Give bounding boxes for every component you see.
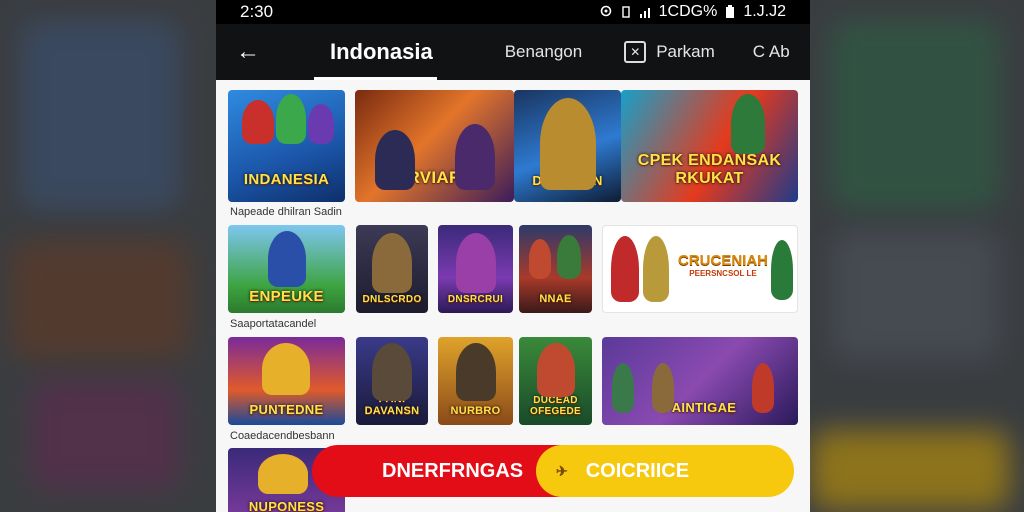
tab-label: Parkam (656, 42, 715, 61)
game-subtitle: PEERSNCSOL LE (689, 269, 757, 278)
game-title: ENPEUKE (249, 288, 324, 305)
game-card[interactable]: PAINTIGAE (602, 337, 798, 425)
game-title: DUCEAD OFEGEDE (530, 395, 581, 417)
game-card[interactable]: DNDVUSIN (514, 90, 621, 202)
game-title: CRUCENIAH (678, 252, 768, 269)
status-bar: 2:30 1CDG% 1.J.J2 (216, 0, 810, 24)
game-card[interactable]: NURBRO (438, 337, 513, 425)
game-card[interactable]: INDANESIA (228, 90, 345, 202)
battery-icon (726, 5, 735, 18)
tab-label: C Ab (752, 42, 790, 61)
section-label: Napeade dhilran Sadin (230, 206, 342, 218)
game-card[interactable]: DNSRCRUI (438, 225, 513, 313)
game-card[interactable]: DUCEAD OFEGEDE (519, 337, 592, 425)
game-card[interactable]: CPEK ENDANSAK RKUKAT (621, 90, 798, 202)
game-title: INDANESIA (243, 171, 330, 188)
blurred-background-right (810, 0, 1024, 512)
section-label: Coaedacendbesbann (230, 430, 335, 442)
game-card[interactable]: DNLSCRDO (356, 225, 428, 313)
phone-screen: 2:30 1CDG% 1.J.J2 ← Indonasia Benangon ✕… (216, 0, 810, 512)
blurred-background-left (0, 0, 216, 512)
arrow-left-icon: ← (236, 38, 260, 65)
primary-action-label: DNERFRNGAS (382, 459, 524, 482)
location-icon (600, 5, 611, 17)
game-title: CPEK ENDANSAK RKUKAT (637, 152, 782, 187)
game-title: NNAE (539, 293, 572, 305)
game-card[interactable]: SRVIARS (355, 90, 514, 202)
bottom-action-bar: DNERFRNGAS ✈ COICRIICE (312, 445, 794, 497)
airplane-icon: ✈ (556, 462, 568, 479)
tab-label: Benangon (504, 42, 583, 61)
secondary-action-label: COICRIICE (585, 459, 690, 482)
tab-c-ab[interactable]: C Ab (753, 24, 790, 80)
status-icons: 1CDG% 1.J.J2 (599, 3, 786, 21)
game-title: DNLSCRDO (362, 294, 422, 305)
section-label: Saaportatacandel (230, 318, 317, 330)
battery-percent: 1CDG% (658, 3, 718, 20)
tab-benangon[interactable]: Benangon (505, 24, 583, 80)
secondary-action-button[interactable]: ✈ COICRIICE (536, 445, 794, 497)
signal-icon (639, 8, 650, 18)
app-bar: ← Indonasia Benangon ✕ Parkam C Ab (216, 24, 810, 80)
status-clock-right: 1.J.J2 (743, 3, 786, 20)
game-card[interactable]: PUNTEDNE (228, 337, 345, 425)
game-title: DNSRCRUI (447, 294, 504, 305)
game-card[interactable]: NNAE (519, 225, 592, 313)
game-title: NUPONESS (248, 499, 325, 512)
tab-indonasia[interactable]: Indonasia (314, 24, 437, 80)
tab-label: Indonasia (330, 39, 433, 64)
status-time: 2:30 (240, 2, 274, 21)
tab-parkam[interactable]: ✕ Parkam (624, 24, 715, 80)
square-x-icon: ✕ (624, 41, 647, 63)
game-title: NURBRO (450, 405, 501, 417)
vibrate-icon (621, 6, 630, 18)
game-card[interactable]: ENPEUKE (228, 225, 345, 313)
game-card[interactable]: CRUCENIAH PEERSNCSOL LE (602, 225, 798, 313)
game-card[interactable]: PANI DAVANSN (356, 337, 428, 425)
back-button[interactable]: ← (216, 24, 280, 80)
game-title: PUNTEDNE (249, 402, 324, 417)
